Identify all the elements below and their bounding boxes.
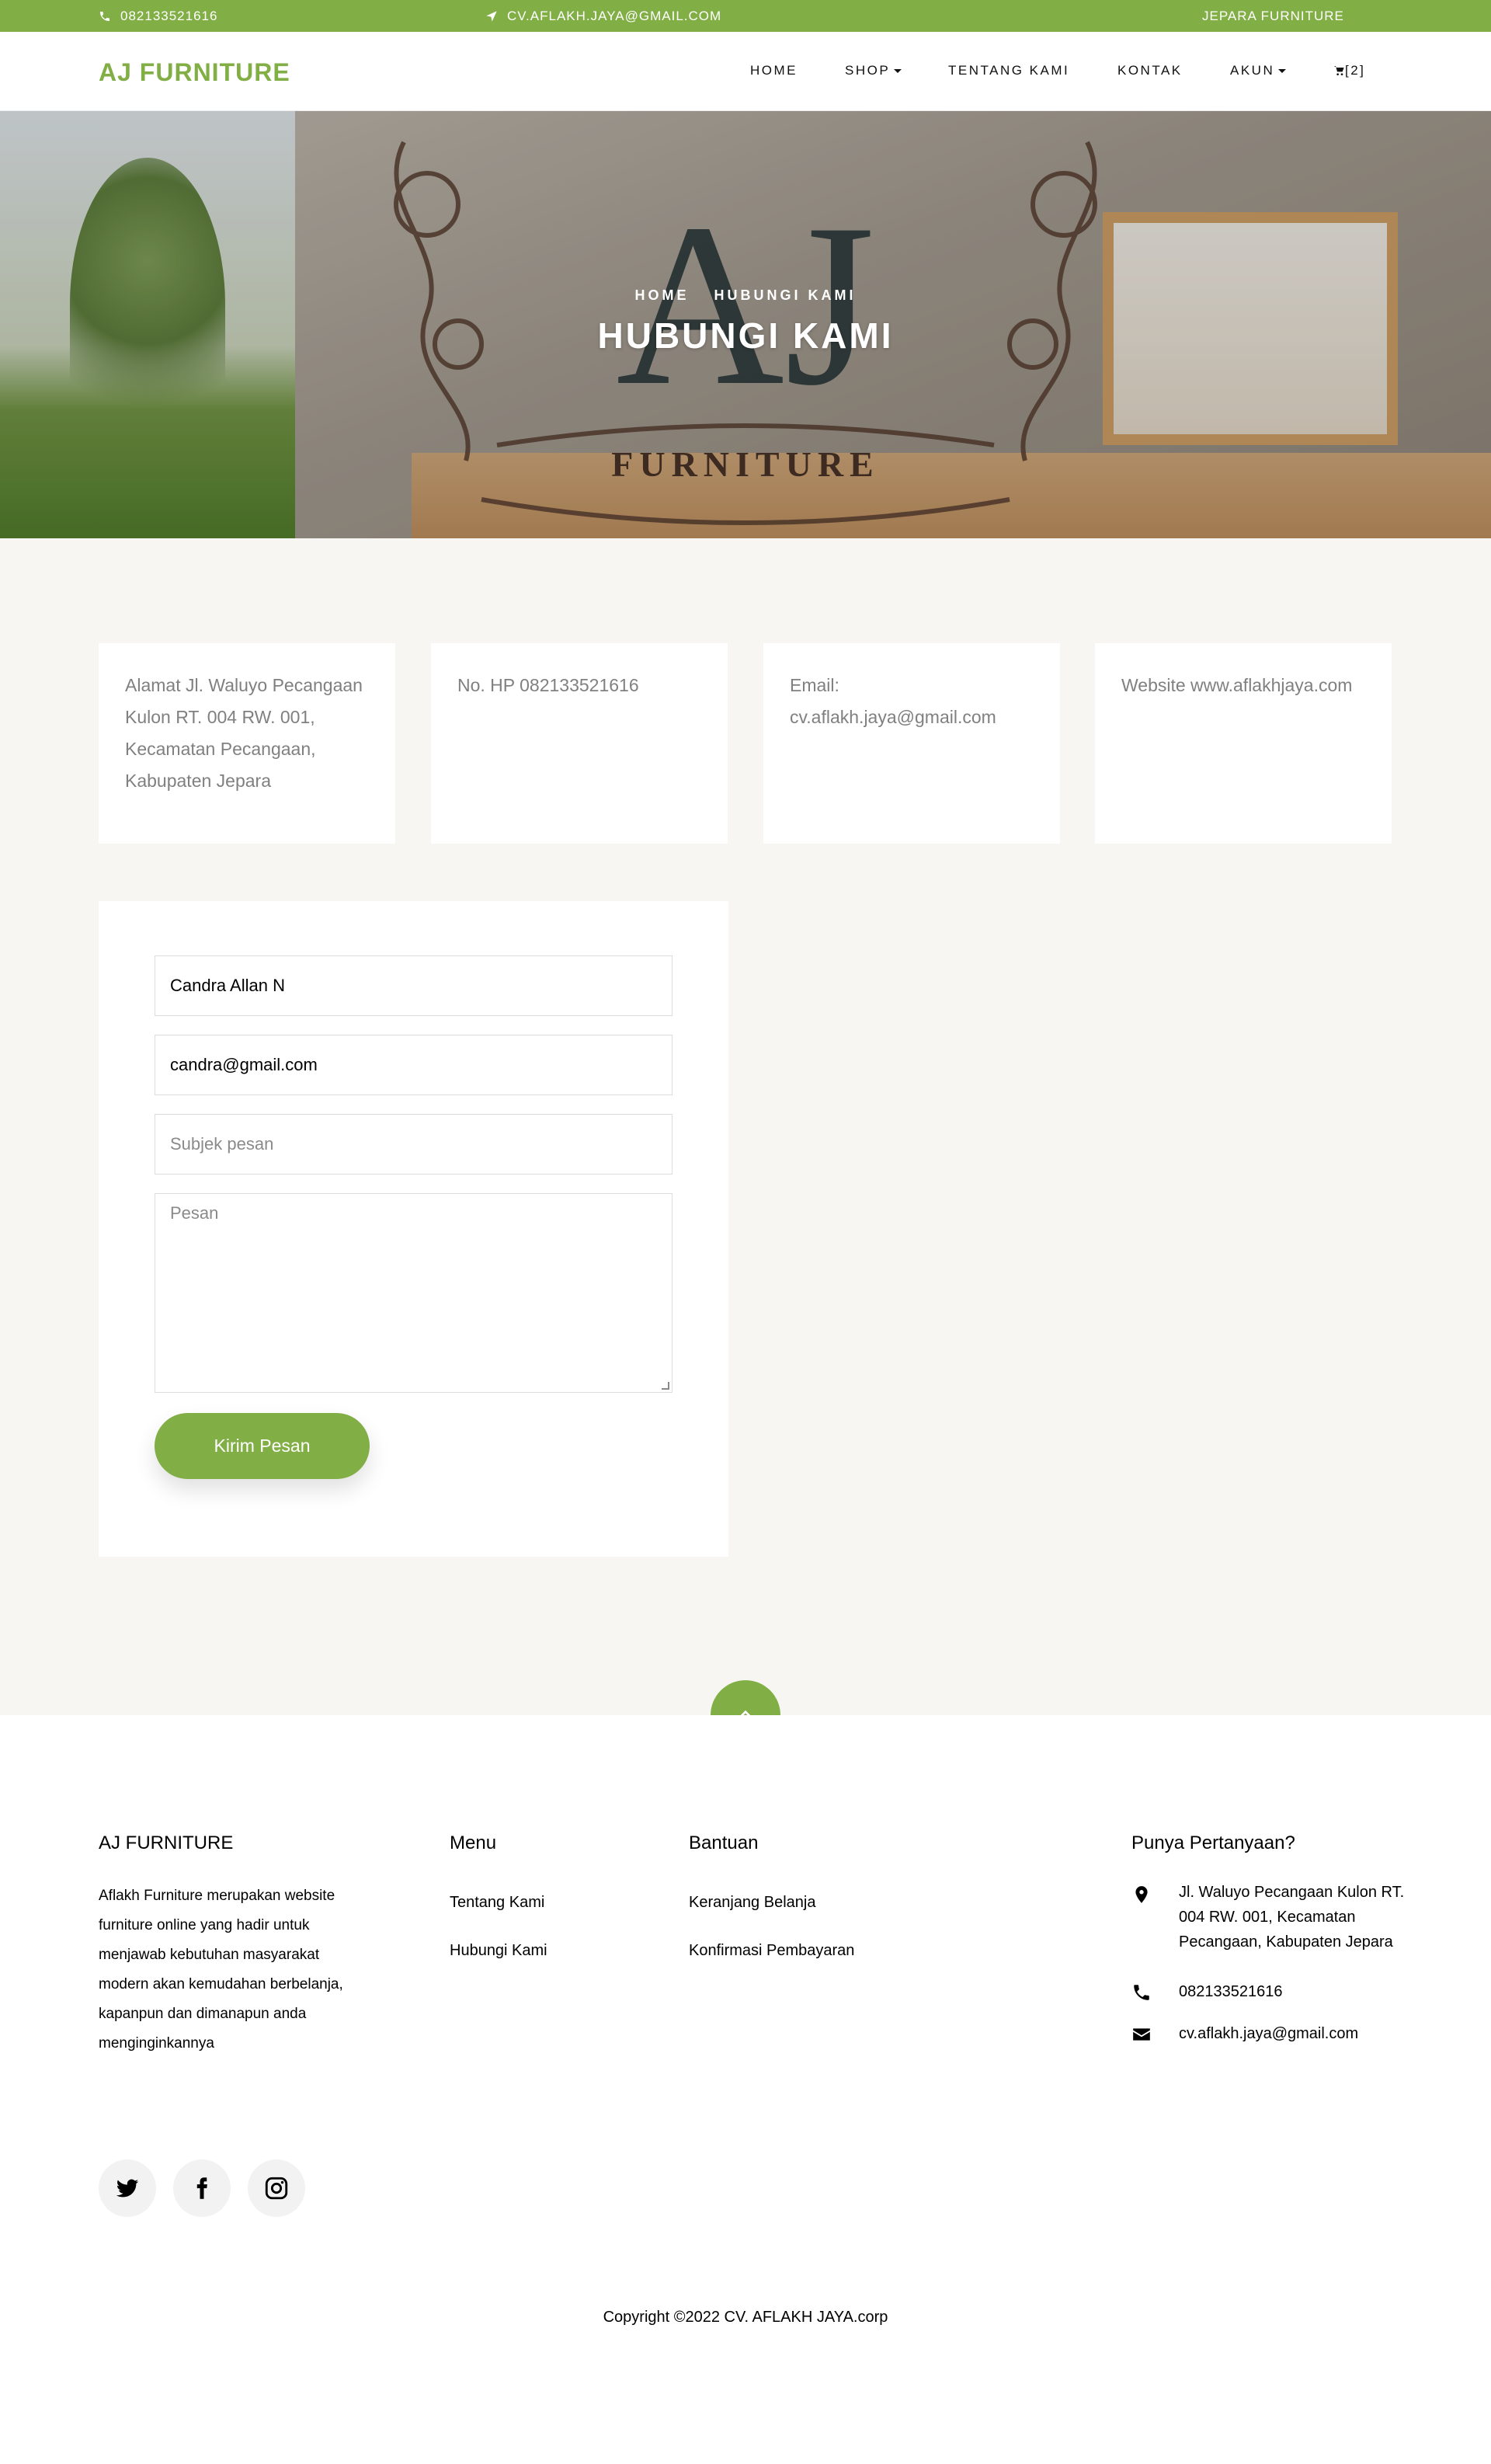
cart-icon bbox=[1334, 66, 1344, 75]
instagram-icon bbox=[265, 2177, 288, 2200]
footer-link-tentang-kami[interactable]: Tentang Kami bbox=[450, 1894, 544, 1912]
brand-logo[interactable]: AJ FURNITURE bbox=[99, 58, 290, 87]
email-field[interactable]: candra@gmail.com bbox=[155, 1035, 673, 1095]
nav-tentang-kami[interactable]: TENTANG KAMI bbox=[948, 63, 1069, 78]
topbar-email-text: CV.AFLAKH.JAYA@GMAIL.COM bbox=[507, 8, 722, 23]
footer-email[interactable]: cv.aflakh.jaya@gmail.com bbox=[1179, 2021, 1458, 2046]
facebook-button[interactable] bbox=[173, 2159, 231, 2217]
breadcrumb-home[interactable]: HOME bbox=[634, 287, 689, 303]
twitter-button[interactable] bbox=[99, 2159, 156, 2217]
facebook-icon bbox=[196, 2177, 207, 2199]
top-info-bar: 082133521616 CV.AFLAKH.JAYA@GMAIL.COM JE… bbox=[0, 0, 1491, 32]
name-field[interactable]: Candra Allan N bbox=[155, 955, 673, 1016]
footer-link-hubungi-kami[interactable]: Hubungi Kami bbox=[450, 1942, 547, 1960]
footer-about-title: AJ FURNITURE bbox=[99, 1832, 234, 1853]
phone-icon bbox=[100, 11, 109, 21]
footer-address: Jl. Waluyo Pecangaan Kulon RT. 004 RW. 0… bbox=[1179, 1884, 1405, 1951]
breadcrumb-current: HUBUNGI KAMI bbox=[714, 287, 857, 303]
chevron-down-icon bbox=[1278, 68, 1287, 73]
topbar-phone-text: 082133521616 bbox=[120, 8, 218, 23]
copyright-text: Copyright ©2022 CV. AFLAKH JAYA.corp bbox=[603, 2309, 888, 2326]
message-placeholder: Pesan bbox=[170, 1203, 219, 1223]
page-title: HUBUNGI KAMI bbox=[597, 315, 894, 356]
submit-button[interactable]: Kirim Pesan bbox=[155, 1413, 370, 1479]
topbar-email: CV.AFLAKH.JAYA@GMAIL.COM bbox=[485, 0, 721, 32]
breadcrumb: HOME HUBUNGI KAMI bbox=[0, 287, 1491, 304]
nav-akun-label: AKUN bbox=[1230, 63, 1275, 78]
footer-link-konfirmasi[interactable]: Konfirmasi Pembayaran bbox=[689, 1942, 854, 1960]
hero-banner: AJ FURNITURE HOME HUBUNGI KAMI HUBUNGI K… bbox=[0, 111, 1491, 538]
chevron-down-icon bbox=[894, 68, 902, 73]
svg-text:AJ: AJ bbox=[616, 176, 874, 433]
footer-questions-title: Punya Pertanyaan? bbox=[1131, 1832, 1295, 1853]
nav-shop-label: SHOP bbox=[845, 63, 891, 78]
twitter-icon bbox=[116, 2179, 139, 2198]
nav-akun[interactable]: AKUN bbox=[1230, 63, 1287, 78]
phone-icon bbox=[1134, 1985, 1149, 2000]
topbar-tagline-text: JEPARA FURNITURE bbox=[1202, 8, 1344, 23]
contact-section: Alamat Jl. Waluyo Pecangaan Kulon RT. 00… bbox=[0, 538, 1491, 1715]
site-footer: AJ FURNITURE Aflakh Furniture merupakan … bbox=[0, 1715, 1491, 2464]
emblem-furniture-text: FURNITURE bbox=[611, 444, 879, 484]
footer-phone[interactable]: 082133521616 bbox=[1179, 1979, 1458, 2004]
topbar-phone: 082133521616 bbox=[99, 0, 217, 32]
topbar-tagline: JEPARA FURNITURE bbox=[1202, 0, 1344, 32]
nav-home[interactable]: HOME bbox=[750, 63, 798, 78]
resize-handle-icon[interactable] bbox=[662, 1382, 669, 1390]
footer-link-keranjang[interactable]: Keranjang Belanja bbox=[689, 1894, 815, 1912]
main-navbar: AJ FURNITURE HOME SHOP TENTANG KAMI KONT… bbox=[0, 32, 1491, 111]
info-card-email: Email: cv.aflakh.jaya@gmail.com bbox=[763, 643, 1060, 844]
paper-plane-icon bbox=[486, 10, 497, 22]
instagram-button[interactable] bbox=[248, 2159, 305, 2217]
nav-cart[interactable]: [2] bbox=[1333, 63, 1365, 78]
footer-help-title: Bantuan bbox=[689, 1832, 759, 1853]
cart-count: [2] bbox=[1345, 63, 1366, 78]
subject-field[interactable]: Subjek pesan bbox=[155, 1114, 673, 1175]
info-card-website: Website www.aflakhjaya.com bbox=[1095, 643, 1392, 844]
map-marker-icon bbox=[1135, 1886, 1148, 1903]
envelope-icon bbox=[1133, 2028, 1150, 2041]
nav-shop[interactable]: SHOP bbox=[845, 63, 902, 78]
footer-about-text: Aflakh Furniture merupakan website furni… bbox=[99, 1888, 343, 2052]
message-field[interactable]: Pesan bbox=[155, 1193, 673, 1393]
footer-menu-title: Menu bbox=[450, 1832, 497, 1853]
info-card-phone: No. HP 082133521616 bbox=[431, 643, 728, 844]
info-card-address: Alamat Jl. Waluyo Pecangaan Kulon RT. 00… bbox=[99, 643, 395, 844]
nav-kontak[interactable]: KONTAK bbox=[1117, 63, 1183, 78]
